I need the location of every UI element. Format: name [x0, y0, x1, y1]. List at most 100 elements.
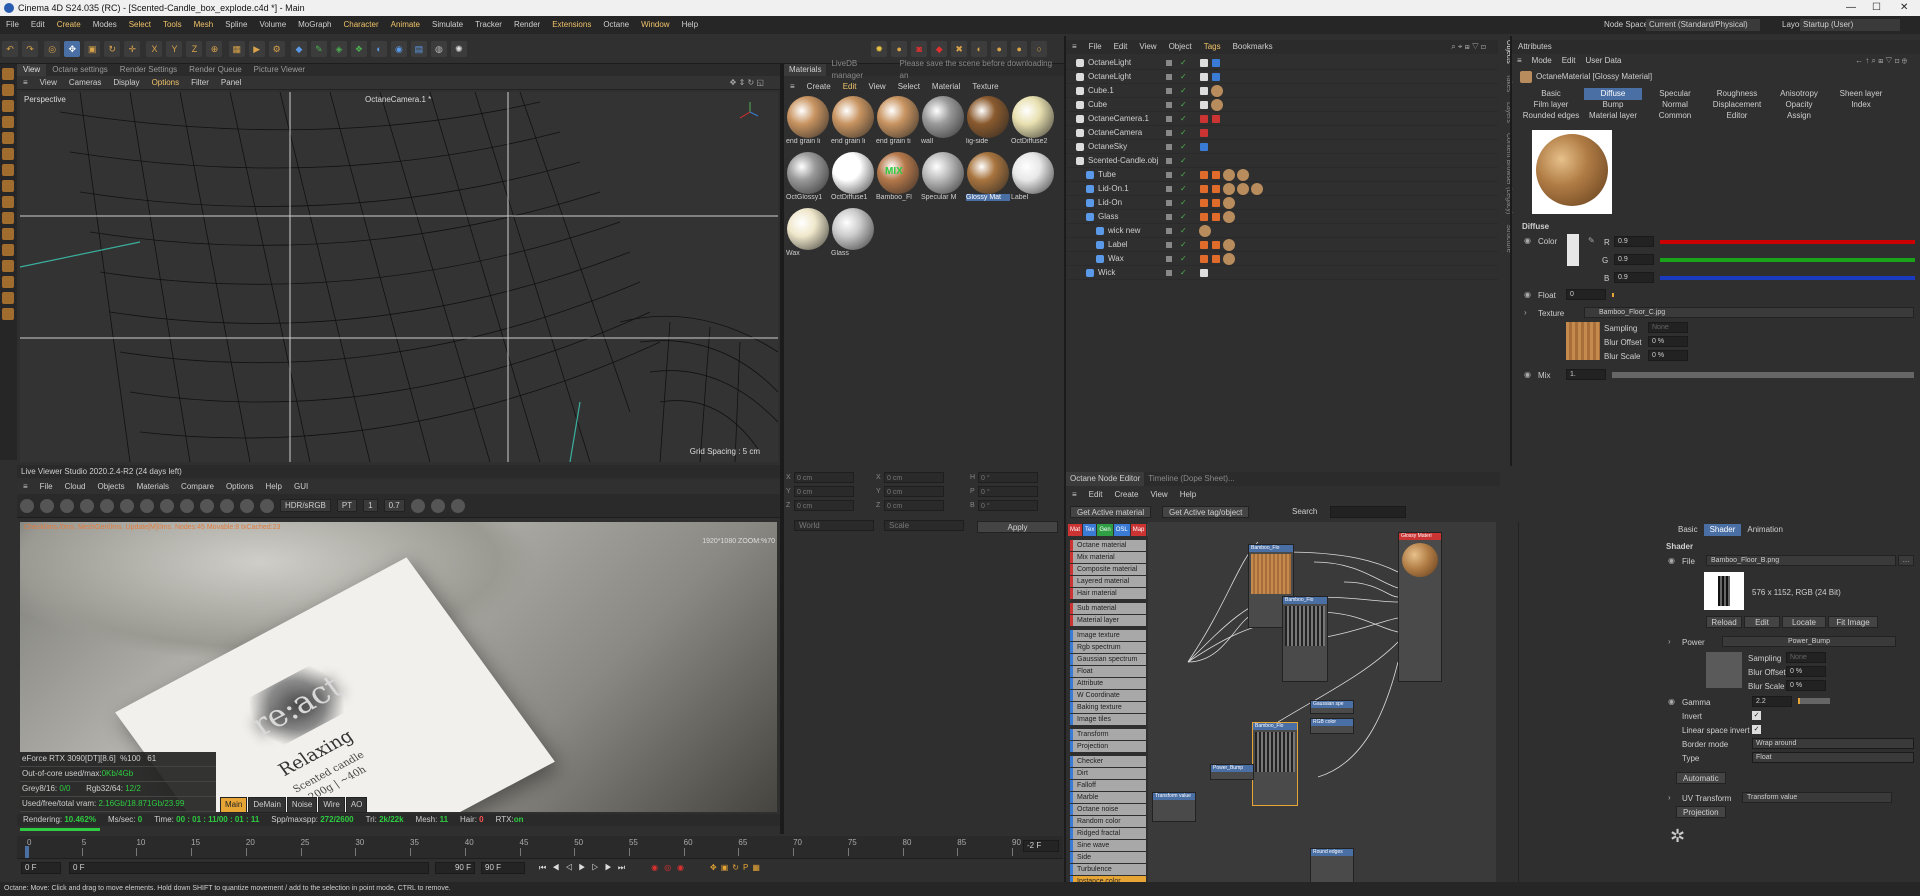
frame-range-start[interactable]: 0 F	[69, 861, 429, 874]
float-radio-icon[interactable]: ◉	[1524, 290, 1531, 299]
file-path-field[interactable]: Bamboo_Floor_B.png	[1706, 555, 1896, 566]
object-tag-icon[interactable]	[1200, 171, 1208, 179]
tab-octane-settings[interactable]: Octane settings	[46, 64, 114, 76]
sampling-dropdown[interactable]: None	[1648, 322, 1688, 333]
node-cat-mat[interactable]: Mat	[1068, 524, 1083, 536]
enable-check-icon[interactable]: ✓	[1180, 56, 1187, 70]
menu-file[interactable]: File	[0, 16, 25, 34]
channel-icon[interactable]	[180, 498, 194, 513]
obj-menu-tags[interactable]: Tags	[1198, 40, 1227, 54]
object-row[interactable]: OctaneCamera ✓	[1066, 126, 1498, 140]
attr-tab-material-layer[interactable]: Material layer	[1584, 110, 1642, 122]
key-mode-icons[interactable]: ✥▣↻P▦	[710, 863, 764, 872]
render-settings-icon[interactable]: ⚙	[268, 41, 285, 57]
obj-menu-object[interactable]: Object	[1163, 40, 1198, 54]
current-frame-field[interactable]: -2 F	[1023, 840, 1059, 852]
undo-icon[interactable]: ↶	[2, 41, 18, 57]
node-palette-item[interactable]: Layered material	[1070, 576, 1146, 587]
tab-timeline[interactable]: Timeline (Dope Sheet)...	[1144, 472, 1238, 486]
rgb-color-node[interactable]: RGB color	[1310, 718, 1354, 734]
octane-sphere3-icon[interactable]: ○	[1031, 41, 1048, 57]
hamburger-icon[interactable]: ≡	[784, 80, 801, 94]
lv-menu-help[interactable]: Help	[260, 480, 288, 494]
scale-icon[interactable]: ▣	[84, 41, 101, 57]
mat-menu-edit[interactable]: Edit	[837, 80, 863, 94]
octane-render-icon[interactable]: ◆	[931, 41, 948, 57]
octane-camera-icon[interactable]: ◙	[911, 41, 928, 57]
node-palette-item[interactable]: Rgb spectrum	[1070, 642, 1146, 653]
enable-check-icon[interactable]: ✓	[1180, 84, 1187, 98]
object-row[interactable]: OctaneSky ✓	[1066, 140, 1498, 154]
edges-mode-icon[interactable]	[2, 116, 14, 128]
tab-render-queue[interactable]: Render Queue	[183, 64, 247, 76]
material-swatch[interactable]: Specular M	[921, 152, 965, 208]
visibility-toggle[interactable]	[1166, 256, 1172, 262]
shader-blur-scale-field[interactable]: 0 %	[1786, 680, 1826, 691]
locate-button[interactable]: Locate	[1782, 616, 1826, 628]
node-palette-item[interactable]: Dirt	[1070, 768, 1146, 779]
object-row[interactable]: OctaneLight ✓	[1066, 70, 1498, 84]
octane-mat-icon[interactable]: ◐	[971, 41, 988, 57]
object-tag-icon[interactable]	[1212, 255, 1220, 263]
y-axis-icon[interactable]: Y	[166, 41, 183, 57]
menu-octane[interactable]: Octane	[597, 16, 635, 34]
timeline-ruler[interactable]: 0 5 10 15 20 25 30 35 40 45 50 55 60 65 70 75 80 85 90 -2 F	[17, 836, 1063, 858]
settings-icon[interactable]	[20, 498, 34, 513]
attr-tab-common[interactable]: Common	[1646, 110, 1704, 122]
power-expand-icon[interactable]: ›	[1668, 637, 1671, 646]
object-tag-icon[interactable]	[1212, 73, 1220, 81]
node-palette-item[interactable]: Baking texture	[1070, 702, 1146, 713]
pin-icon[interactable]	[240, 498, 254, 513]
reload-button[interactable]: Reload	[1706, 616, 1742, 628]
object-tag-icon[interactable]	[1223, 239, 1235, 251]
object-tag-icon[interactable]	[1212, 213, 1220, 221]
enable-check-icon[interactable]: ✓	[1180, 182, 1187, 196]
node-palette-item[interactable]: Mix material	[1070, 552, 1146, 563]
texture-mode-icon[interactable]	[2, 84, 14, 96]
object-tag-icon[interactable]	[1223, 197, 1235, 209]
shader-tab-basic[interactable]: Basic	[1672, 524, 1704, 536]
object-row[interactable]: Tube ✓	[1066, 168, 1498, 182]
enable-check-icon[interactable]: ✓	[1180, 126, 1187, 140]
kernel-dropdown[interactable]: PT	[336, 499, 358, 512]
hamburger-icon[interactable]: ≡	[17, 76, 34, 90]
enable-check-icon[interactable]: ✓	[1180, 224, 1187, 238]
object-tag-icon[interactable]	[1223, 183, 1235, 195]
node-space-dropdown[interactable]: Current (Standard/Physical)	[1646, 19, 1760, 31]
node-menu-edit[interactable]: Edit	[1083, 488, 1109, 502]
object-row[interactable]: Glass ✓	[1066, 210, 1498, 224]
node-menu-help[interactable]: Help	[1174, 488, 1202, 502]
b-slider[interactable]	[1660, 276, 1915, 280]
octane-tag-icon[interactable]: ✖	[951, 41, 968, 57]
object-row[interactable]: OctaneLight ✓	[1066, 56, 1498, 70]
move-icon[interactable]: ✥	[64, 41, 81, 57]
material-swatch[interactable]: OctDiffuse1	[831, 152, 875, 208]
linear-space-invert-checkbox[interactable]: ✓	[1752, 725, 1761, 734]
float-slider[interactable]	[1612, 293, 1614, 297]
node-palette-item[interactable]: Material layer	[1070, 615, 1146, 626]
node-palette-item[interactable]: Marble	[1070, 792, 1146, 803]
menu-spline[interactable]: Spline	[219, 16, 253, 34]
camera-tool-icon[interactable]	[2, 292, 14, 304]
type-dropdown[interactable]: Float	[1752, 752, 1914, 763]
node-search-input[interactable]	[1330, 506, 1406, 518]
object-tag-icon[interactable]	[1200, 213, 1208, 221]
texture-expand-icon[interactable]: ›	[1524, 308, 1527, 317]
fit-image-button[interactable]: Fit Image	[1828, 616, 1878, 628]
solo-icon[interactable]	[2, 244, 14, 256]
menu-volume[interactable]: Volume	[253, 16, 292, 34]
enable-check-icon[interactable]: ✓	[1180, 196, 1187, 210]
tab-node-editor[interactable]: Octane Node Editor	[1066, 472, 1145, 486]
lv-menu-cloud[interactable]: Cloud	[59, 480, 92, 494]
power-bump-node[interactable]: Power_Bump	[1210, 764, 1254, 780]
node-palette-item[interactable]: Projection	[1070, 741, 1146, 752]
info-icon[interactable]	[260, 498, 274, 513]
vp-menu-options[interactable]: Options	[146, 76, 186, 90]
object-row[interactable]: Lid-On.1 ✓	[1066, 182, 1498, 196]
object-tag-icon[interactable]	[1223, 253, 1235, 265]
enable-check-icon[interactable]: ✓	[1180, 112, 1187, 126]
enable-check-icon[interactable]: ✓	[1180, 238, 1187, 252]
material-swatch[interactable]: OctDiffuse2	[1011, 96, 1055, 152]
folder-icon[interactable]	[450, 498, 465, 513]
mix-radio-icon[interactable]: ◉	[1524, 370, 1531, 379]
